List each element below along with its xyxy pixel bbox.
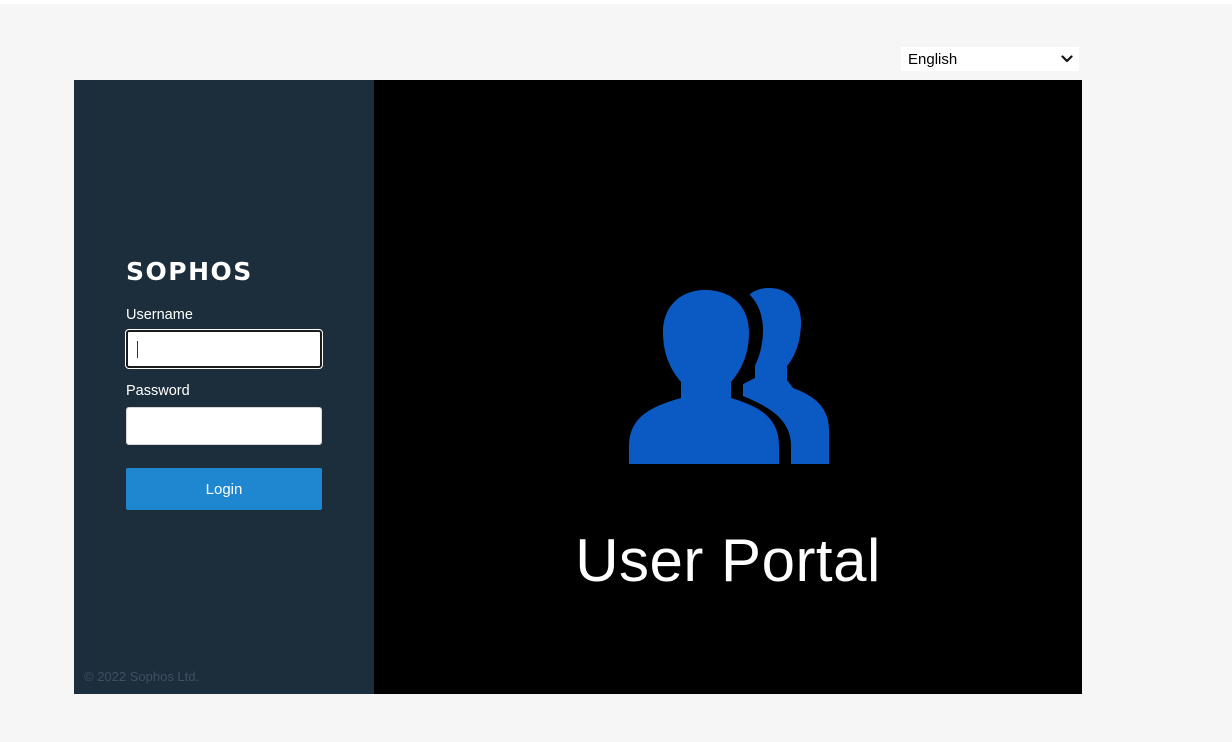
users-icon <box>627 286 829 466</box>
username-input[interactable] <box>126 330 322 368</box>
page-top-strip <box>0 0 1232 4</box>
login-button[interactable]: Login <box>126 468 322 510</box>
login-panel: SOPHOS Username Password Login © 2022 So… <box>74 80 374 694</box>
language-select-value: English <box>908 50 958 68</box>
svg-text:SOPHOS: SOPHOS <box>126 257 253 286</box>
password-input[interactable] <box>126 407 322 445</box>
language-select[interactable]: English <box>901 47 1079 71</box>
username-label: Username <box>126 307 193 323</box>
portal-title: User Portal <box>575 527 881 594</box>
hero-panel: User Portal <box>374 80 1082 694</box>
password-label: Password <box>126 383 190 399</box>
copyright-text: © 2022 Sophos Ltd. <box>84 669 200 684</box>
text-caret <box>137 341 138 358</box>
sophos-logo: SOPHOS <box>126 257 253 286</box>
chevron-down-icon <box>1061 55 1073 63</box>
login-frame: SOPHOS Username Password Login © 2022 So… <box>74 80 1082 694</box>
